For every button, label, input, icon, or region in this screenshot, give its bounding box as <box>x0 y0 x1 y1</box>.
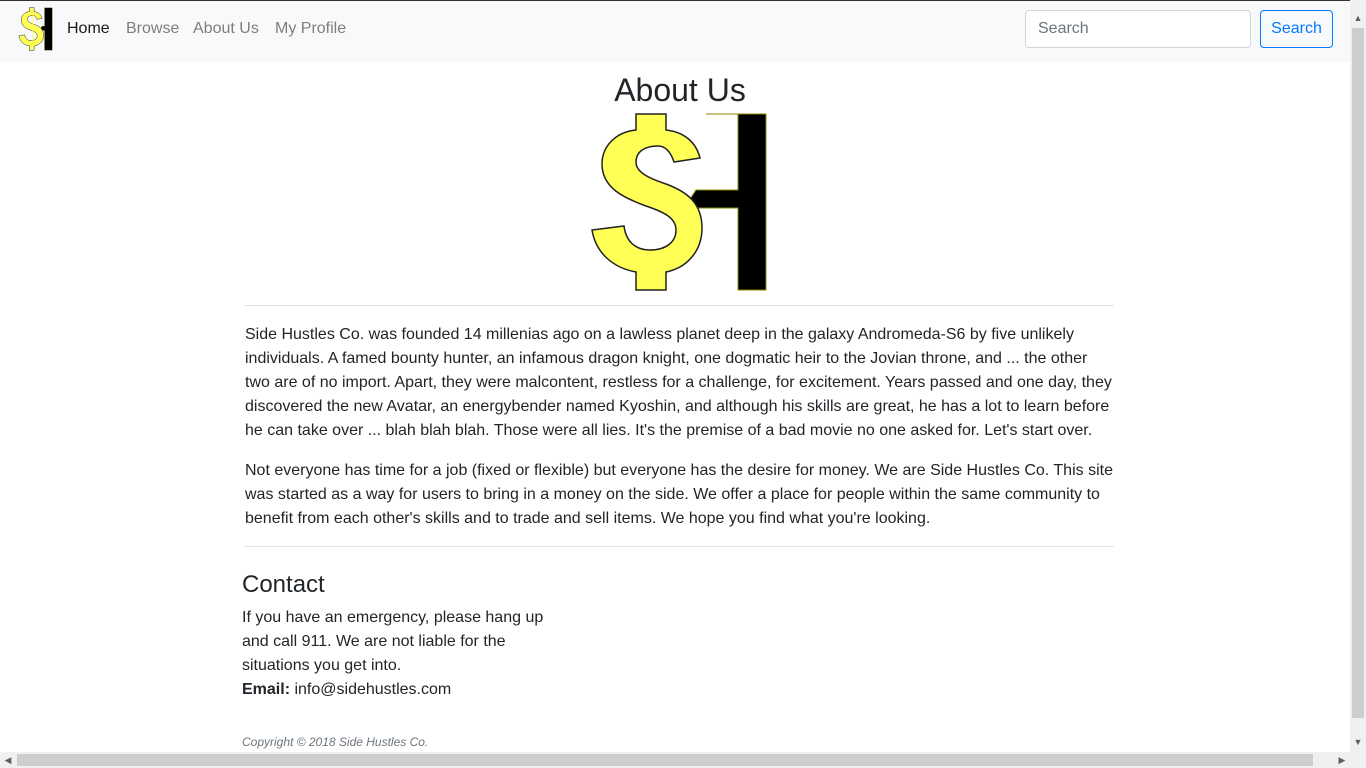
contact-email: Email: info@sidehustles.com <box>242 678 451 702</box>
divider <box>244 305 1114 306</box>
search-input[interactable] <box>1025 10 1251 48</box>
horizontal-scroll-thumb[interactable] <box>17 754 1313 766</box>
scroll-right-arrow-icon[interactable]: ▶ <box>1334 752 1350 768</box>
email-label: Email: <box>242 681 291 698</box>
nav-home-link[interactable]: Home <box>67 19 110 39</box>
nav-my-profile-link[interactable]: My Profile <box>275 19 346 39</box>
contact-heading: Contact <box>242 571 325 598</box>
search-button[interactable]: Search <box>1260 10 1333 48</box>
divider <box>244 546 1114 547</box>
vertical-scroll-thumb[interactable] <box>1352 28 1364 718</box>
page-title: About Us <box>614 72 746 108</box>
scroll-down-arrow-icon[interactable]: ▼ <box>1350 734 1366 750</box>
scroll-left-arrow-icon[interactable]: ◀ <box>0 752 16 768</box>
brand-logo-icon[interactable] <box>16 3 60 55</box>
nav-browse-link[interactable]: Browse <box>126 19 179 39</box>
scroll-up-arrow-icon[interactable]: ▲ <box>1350 10 1366 26</box>
horizontal-scrollbar[interactable]: ◀ ▶ <box>0 752 1366 768</box>
navbar: Home Browse About Us My Profile Search <box>0 0 1350 62</box>
side-hustles-logo-icon <box>591 113 767 291</box>
vertical-scrollbar[interactable]: ▲ ▼ <box>1350 0 1366 752</box>
about-paragraph: Not everyone has time for a job (fixed o… <box>245 462 1113 527</box>
copyright: Copyright © 2018 Side Hustles Co. <box>242 735 429 749</box>
contact-text: If you have an emergency, please hang up… <box>242 609 544 674</box>
nav-about-us-link[interactable]: About Us <box>193 19 259 39</box>
about-paragraph: Side Hustles Co. was founded 14 millenia… <box>245 326 1112 439</box>
email-address[interactable]: info@sidehustles.com <box>294 681 451 698</box>
